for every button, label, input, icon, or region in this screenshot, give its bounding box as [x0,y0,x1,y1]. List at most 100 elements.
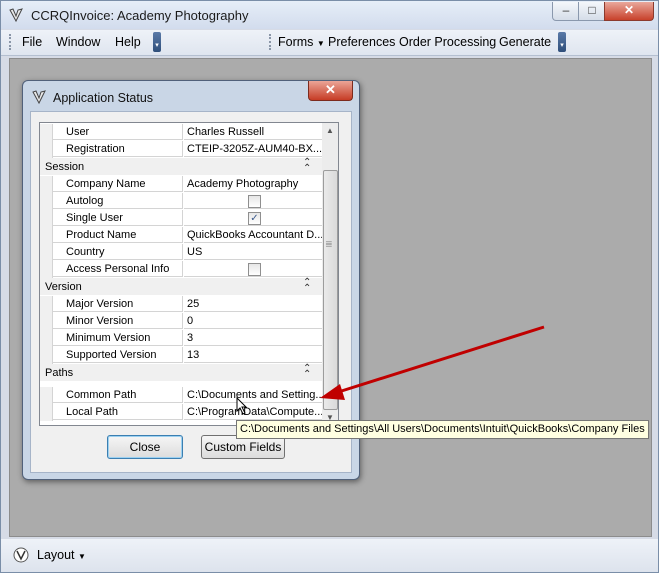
row-gutter [40,141,53,158]
row-gutter [40,387,53,404]
app-icon [9,8,23,23]
window-title: CCRQInvoice: Academy Photography [31,8,249,23]
category-paths[interactable]: Paths ⌃ ⌃ [40,364,331,381]
row-gutter [40,296,53,313]
statusbar: Layout ▼ [1,539,658,572]
row-gutter [40,404,53,421]
maximize-button[interactable]: □ [578,2,606,21]
property-value[interactable]: CTEIP-3205Z-AUM40-BX... [184,141,331,157]
grid-row-supported-version[interactable]: Supported Version 13 [40,347,331,364]
category-version[interactable]: Version ⌃ ⌃ [40,278,331,295]
grid-row-autolog[interactable]: Autolog [40,193,331,210]
property-value[interactable]: 13 [184,347,331,363]
chevron-down-icon: ▼ [78,552,86,561]
chevron-down-icon: ▼ [316,39,325,48]
property-value: ✓ [184,210,331,226]
property-name: Common Path [53,387,183,403]
dialog-body: User Charles Russell Registration CTEIP-… [30,111,352,473]
property-name: Product Name [53,227,183,243]
property-value[interactable]: 0 [184,313,331,329]
category-label: Paths [45,367,74,379]
menu-preferences[interactable]: Preferences [328,35,395,49]
scroll-up-icon[interactable]: ▲ [322,123,338,138]
row-gutter [40,227,53,244]
close-window-button[interactable]: ✕ [604,2,654,21]
layout-icon [13,547,29,563]
property-value[interactable]: Charles Russell [184,124,331,140]
property-value[interactable]: C:\ProgramData\Compute... [184,404,331,420]
property-name: Major Version [53,296,183,312]
menu-forms[interactable]: Forms ▼ [278,35,325,49]
dialog-close-icon[interactable]: ✕ [308,81,353,101]
property-name: Local Path [53,404,183,420]
dialog-icon [32,90,46,105]
menu-generate[interactable]: Generate [499,35,551,49]
property-name: Single User [53,210,183,226]
grid-row-major-version[interactable]: Major Version 25 [40,296,331,313]
layout-label: Layout [37,548,75,562]
close-button[interactable]: Close [107,435,183,459]
property-name: Company Name [53,176,183,192]
grid-row-access-personal-info[interactable]: Access Personal Info [40,261,331,278]
dialog-title: Application Status [53,91,154,105]
collapse-icon[interactable]: ⌃ ⌃ [303,158,311,174]
row-gutter [40,313,53,330]
title-bar[interactable]: CCRQInvoice: Academy Photography – □ ✕ [1,1,658,29]
menu-help[interactable]: Help [115,35,141,49]
layout-dropdown[interactable]: Layout ▼ [37,548,86,562]
row-gutter [40,176,53,193]
property-value[interactable]: US [184,244,331,260]
grid-row-product-name[interactable]: Product Name QuickBooks Accountant D... [40,227,331,244]
collapse-icon[interactable]: ⌃ ⌃ [303,364,311,380]
grid-row-company-name[interactable]: Company Name Academy Photography [40,176,331,193]
menu-window[interactable]: Window [56,35,100,49]
menu-file[interactable]: File [22,35,42,49]
grid-row-local-path[interactable]: Local Path C:\ProgramData\Compute... [40,404,331,421]
property-name: Autolog [53,193,183,209]
menu-order-processing[interactable]: Order Processing [399,35,496,49]
menu-forms-label: Forms [278,35,314,49]
toolbar-overflow-icon[interactable]: ▾ [153,32,161,52]
toolbar-overflow-icon[interactable]: ▾ [558,32,566,52]
grid-row-user[interactable]: User Charles Russell [40,124,331,141]
grid-row-registration[interactable]: Registration CTEIP-3205Z-AUM40-BX... [40,141,331,158]
row-gutter [40,193,53,210]
access-personal-info-checkbox[interactable] [248,263,261,276]
grid-row-minimum-version[interactable]: Minimum Version 3 [40,330,331,347]
property-value[interactable]: C:\Documents and Setting... [184,387,331,403]
property-value [184,193,331,209]
row-gutter [40,261,53,278]
minimize-button[interactable]: – [552,2,580,21]
annotation-arrow-icon [320,325,545,400]
property-name: Supported Version [53,347,183,363]
property-value [184,261,331,277]
mouse-cursor-icon [236,397,248,415]
property-grid[interactable]: User Charles Russell Registration CTEIP-… [39,122,332,426]
property-value[interactable]: QuickBooks Accountant D... [184,227,331,243]
grid-row-single-user[interactable]: Single User ✓ [40,210,331,227]
single-user-checkbox[interactable]: ✓ [248,212,261,225]
grid-row-country[interactable]: Country US [40,244,331,261]
property-value[interactable]: 25 [184,296,331,312]
row-gutter [40,347,53,364]
category-label: Session [45,161,85,173]
property-name: Registration [53,141,183,157]
property-name: Minor Version [53,313,183,329]
toolbar-grip-icon[interactable] [9,34,14,50]
grid-row-common-path[interactable]: Common Path C:\Documents and Setting... [40,387,331,404]
row-gutter [40,330,53,347]
property-name: User [53,124,183,140]
collapse-icon[interactable]: ⌃ ⌃ [303,278,311,294]
property-value[interactable]: Academy Photography [184,176,331,192]
row-gutter [40,244,53,261]
row-gutter [40,210,53,227]
property-value[interactable]: 3 [184,330,331,346]
category-session[interactable]: Session ⌃ ⌃ [40,158,331,175]
toolbar-grip-icon[interactable] [269,34,274,50]
autolog-checkbox[interactable] [248,195,261,208]
grid-row-minor-version[interactable]: Minor Version 0 [40,313,331,330]
category-label: Version [45,281,82,293]
scroll-grip-icon: ═ ═ [326,238,332,250]
property-name: Minimum Version [53,330,183,346]
menubar: File Window Help ▾ Forms ▼ Preferences O… [1,30,658,56]
